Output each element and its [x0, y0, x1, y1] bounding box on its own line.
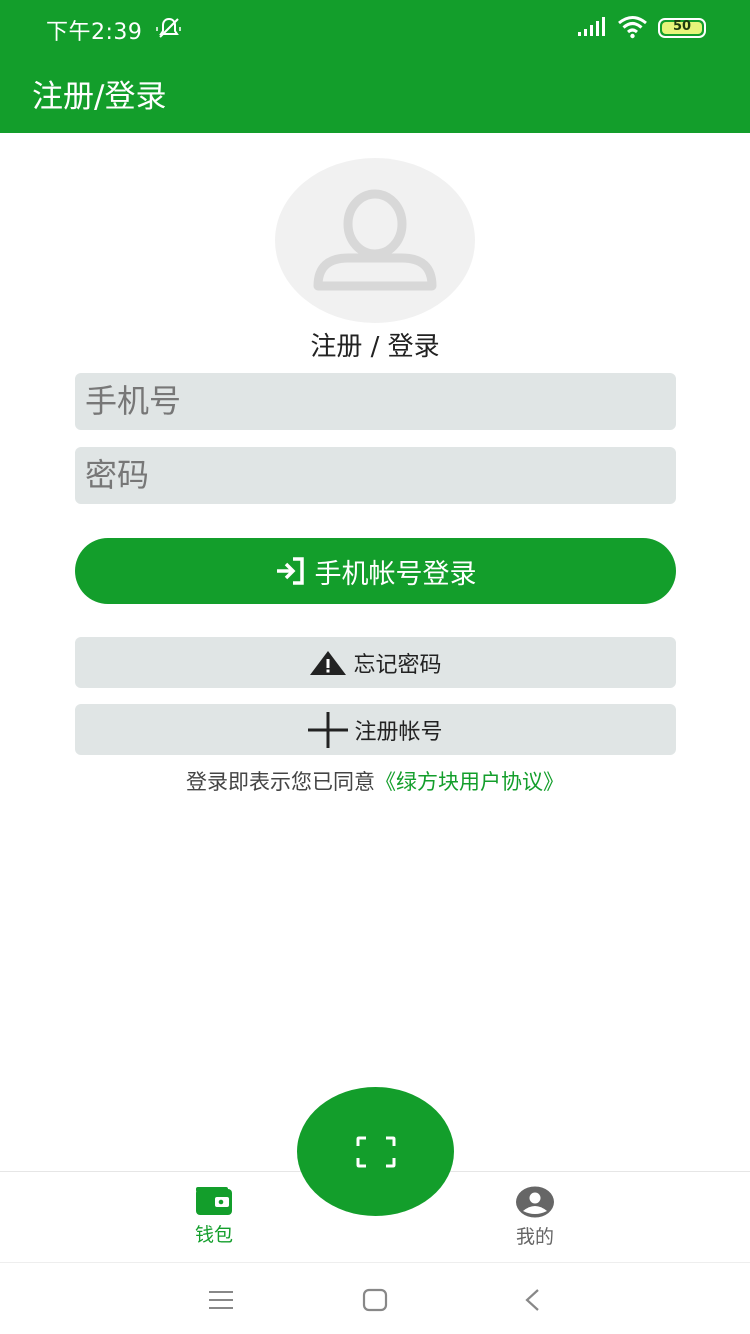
nav-label-wallet: 钱包: [194, 1224, 233, 1246]
forgot-password-button[interactable]: 忘记密码: [75, 637, 676, 688]
home-icon[interactable]: [360, 1285, 390, 1315]
system-nav-bar: [0, 1262, 750, 1334]
signal-icon: [578, 17, 605, 36]
plus-icon: [308, 711, 349, 748]
password-input[interactable]: 密码: [75, 447, 676, 504]
battery-icon: 50: [658, 18, 706, 38]
phone-input[interactable]: 手机号: [75, 373, 676, 430]
login-button[interactable]: 手机帐号登录: [75, 538, 676, 604]
login-arrow-icon: [276, 557, 304, 585]
register-label: 注册帐号: [354, 719, 443, 745]
nav-label-mine: 我的: [515, 1226, 554, 1248]
mute-icon: [156, 17, 181, 38]
wifi-icon: [618, 16, 647, 39]
back-icon[interactable]: [518, 1285, 548, 1315]
status-time: 下午2:39: [46, 20, 143, 45]
register-button[interactable]: 注册帐号: [75, 704, 676, 755]
user-icon: [313, 189, 437, 291]
scan-button[interactable]: [297, 1087, 454, 1216]
agreement-prefix: 登录即表示您已同意: [186, 770, 375, 794]
warning-icon: [310, 650, 347, 675]
agreement-text: 登录即表示您已同意《绿方块用户协议》: [0, 766, 750, 796]
user-agreement-link[interactable]: 《绿方块用户协议》: [375, 770, 564, 794]
status-bar: 下午2:39 50: [0, 0, 750, 56]
account-icon: [516, 1186, 554, 1218]
avatar-caption: 注册 / 登录: [310, 332, 440, 362]
battery-level: 50: [672, 19, 692, 34]
forgot-password-label: 忘记密码: [353, 652, 442, 678]
wallet-icon: [196, 1187, 232, 1215]
page-title: 注册/登录: [32, 79, 167, 115]
login-button-label: 手机帐号登录: [314, 558, 477, 590]
menu-icon[interactable]: [206, 1285, 236, 1315]
scan-icon: [356, 1136, 395, 1167]
nav-item-wallet[interactable]: 钱包: [154, 1186, 274, 1247]
avatar[interactable]: [275, 158, 475, 323]
nav-item-mine[interactable]: 我的: [475, 1186, 595, 1249]
app-bar: 注册/登录: [0, 56, 750, 133]
